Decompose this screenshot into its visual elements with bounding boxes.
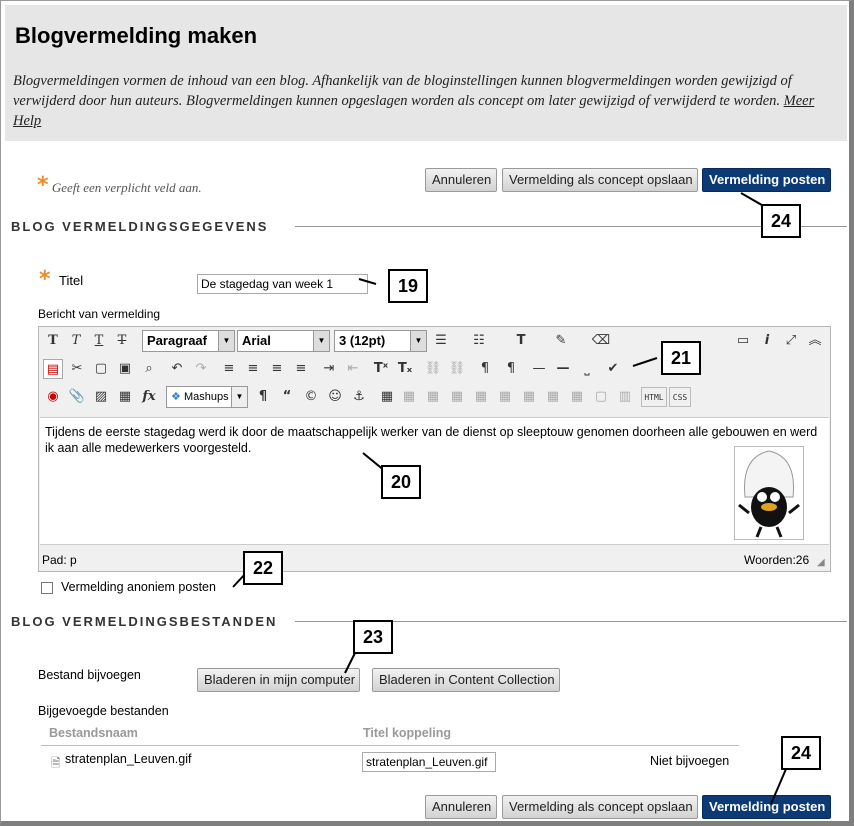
page-frame: Blogvermelding maken Blogvermeldingen vo… <box>0 0 854 826</box>
callout-24-top: 24 <box>761 204 801 238</box>
callout-24-bottom: 24 <box>781 736 821 770</box>
callout-19: 19 <box>388 269 428 303</box>
callout-21: 21 <box>661 341 701 375</box>
callout-23: 23 <box>353 620 393 654</box>
callout-22: 22 <box>243 551 283 585</box>
callout-20: 20 <box>381 465 421 499</box>
callout-pointers <box>232 192 787 805</box>
